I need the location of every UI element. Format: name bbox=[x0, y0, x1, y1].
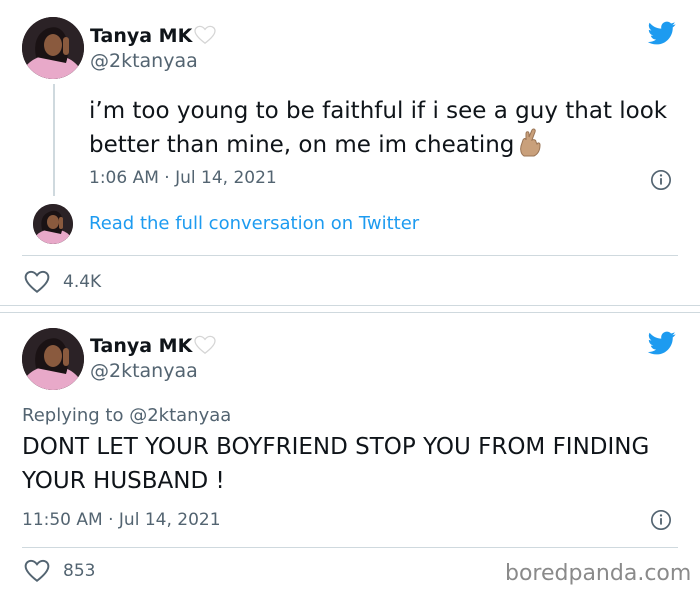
timestamp[interactable]: 11:50 AM · Jul 14, 2021 bbox=[22, 510, 221, 530]
avatar[interactable] bbox=[22, 17, 84, 79]
white-heart-emoji bbox=[194, 25, 216, 44]
divider bbox=[22, 547, 678, 548]
info-icon[interactable] bbox=[650, 509, 672, 531]
heart-outline-icon[interactable] bbox=[24, 559, 50, 583]
thread-line bbox=[53, 84, 55, 196]
twitter-bird-icon[interactable] bbox=[646, 19, 678, 47]
crossed-fingers-emoji bbox=[520, 128, 541, 157]
avatar[interactable] bbox=[22, 328, 84, 390]
display-name[interactable]: Tanya MK bbox=[90, 25, 216, 47]
info-icon[interactable] bbox=[650, 169, 672, 191]
twitter-bird-icon[interactable] bbox=[646, 329, 678, 357]
tweet-text: i’m too young to be faithful if i see a … bbox=[89, 98, 668, 158]
tweet-card-1: Tanya MK @2ktanyaa i’m too young to be f… bbox=[0, 0, 700, 306]
like-count: 4.4K bbox=[63, 272, 102, 292]
tweet-text: DONT LET YOUR BOYFRIEND STOP YOU FROM FI… bbox=[22, 434, 650, 494]
handle[interactable]: @2ktanyaa bbox=[90, 360, 198, 382]
heart-outline-icon[interactable] bbox=[24, 270, 50, 294]
replying-to[interactable]: Replying to @2ktanyaa bbox=[22, 405, 231, 426]
timestamp[interactable]: 1:06 AM · Jul 14, 2021 bbox=[89, 168, 277, 188]
tweet-card-2: Tanya MK @2ktanyaa Replying to @2ktanyaa… bbox=[0, 312, 700, 597]
watermark: boredpanda.com bbox=[505, 561, 692, 586]
handle[interactable]: @2ktanyaa bbox=[90, 50, 198, 72]
display-name[interactable]: Tanya MK bbox=[90, 335, 216, 357]
read-conversation-link[interactable]: Read the full conversation on Twitter bbox=[89, 213, 419, 234]
divider bbox=[22, 255, 678, 256]
small-avatar[interactable] bbox=[33, 204, 73, 244]
like-count: 853 bbox=[63, 561, 96, 581]
white-heart-emoji bbox=[194, 335, 216, 354]
